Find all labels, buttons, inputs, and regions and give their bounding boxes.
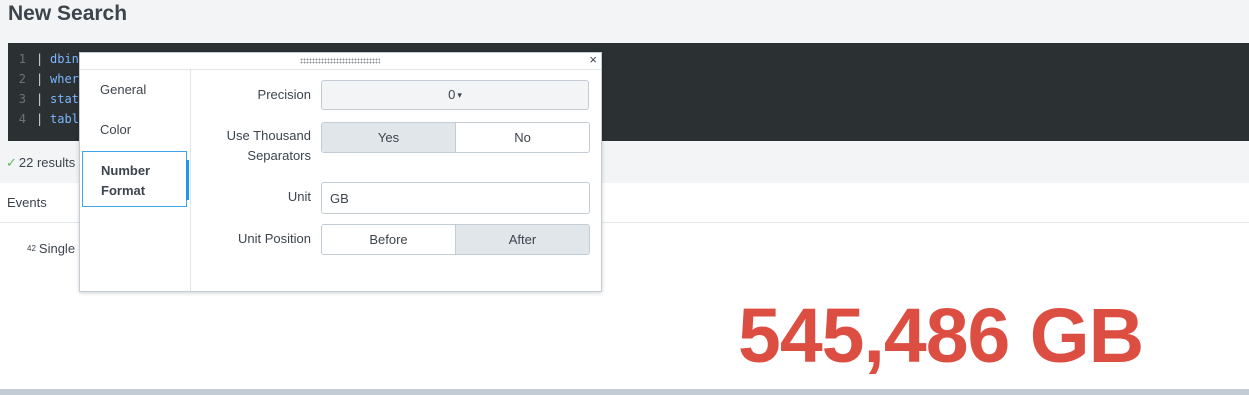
drag-grip-icon <box>300 58 380 64</box>
line-number: 2 <box>18 72 26 86</box>
page-title: New Search <box>8 2 128 25</box>
unit-input[interactable] <box>321 182 590 214</box>
bottom-divider <box>0 389 1249 395</box>
pipe-symbol: | <box>36 52 44 66</box>
precision-value: 0 <box>448 87 456 102</box>
line-number: 3 <box>18 92 26 106</box>
code-text: wher <box>50 72 79 86</box>
thousand-separators-label: Use Thousand Separators <box>200 126 311 166</box>
line-number: 1 <box>18 52 26 66</box>
pipe-symbol: | <box>36 72 44 86</box>
thousand-no-button[interactable]: No <box>455 123 589 152</box>
single-value-display: 545,486 GB <box>738 293 1144 379</box>
single-value-icon: 42 <box>27 244 36 253</box>
check-icon: ✓ <box>6 155 17 170</box>
unit-position-before-button[interactable]: Before <box>322 225 455 254</box>
unit-label: Unit <box>287 189 311 204</box>
results-status: ✓ 22 results <box>6 155 75 171</box>
code-text: dbin <box>50 52 79 66</box>
close-button[interactable]: × <box>589 52 597 67</box>
nav-item-label: Format <box>101 183 146 198</box>
nav-item-general[interactable]: General <box>100 82 146 97</box>
label-line: Use Thousand <box>226 128 311 143</box>
precision-select[interactable]: 0 ▾ <box>321 80 589 110</box>
unit-position-toggle: Before After <box>321 224 590 255</box>
code-text: tabl <box>50 112 79 126</box>
line-number: 4 <box>18 112 26 126</box>
format-dialog: × General Color Number Format Precision … <box>79 52 602 292</box>
visualization-label: Single <box>38 241 76 256</box>
unit-position-after-button[interactable]: After <box>455 225 589 254</box>
label-line: Separators <box>247 148 311 163</box>
visualization-picker[interactable]: 42 Single <box>27 241 75 256</box>
pipe-symbol: | <box>36 92 44 106</box>
dialog-drag-handle[interactable]: × <box>80 52 601 70</box>
thousand-separators-toggle: Yes No <box>321 122 590 153</box>
format-side-nav: General Color Number Format <box>80 70 191 291</box>
code-text: stat <box>50 92 79 106</box>
nav-item-number-format[interactable]: Number Format <box>82 151 189 207</box>
pipe-symbol: | <box>36 112 44 126</box>
precision-label: Precision <box>257 87 311 102</box>
results-count: 22 results <box>18 155 76 170</box>
caret-down-icon: ▾ <box>457 90 462 100</box>
thousand-yes-button[interactable]: Yes <box>322 123 455 152</box>
tab-events[interactable]: Events <box>7 195 47 210</box>
nav-item-label: Number <box>101 163 151 178</box>
nav-item-color[interactable]: Color <box>100 122 131 137</box>
unit-position-label: Unit Position <box>238 231 311 246</box>
